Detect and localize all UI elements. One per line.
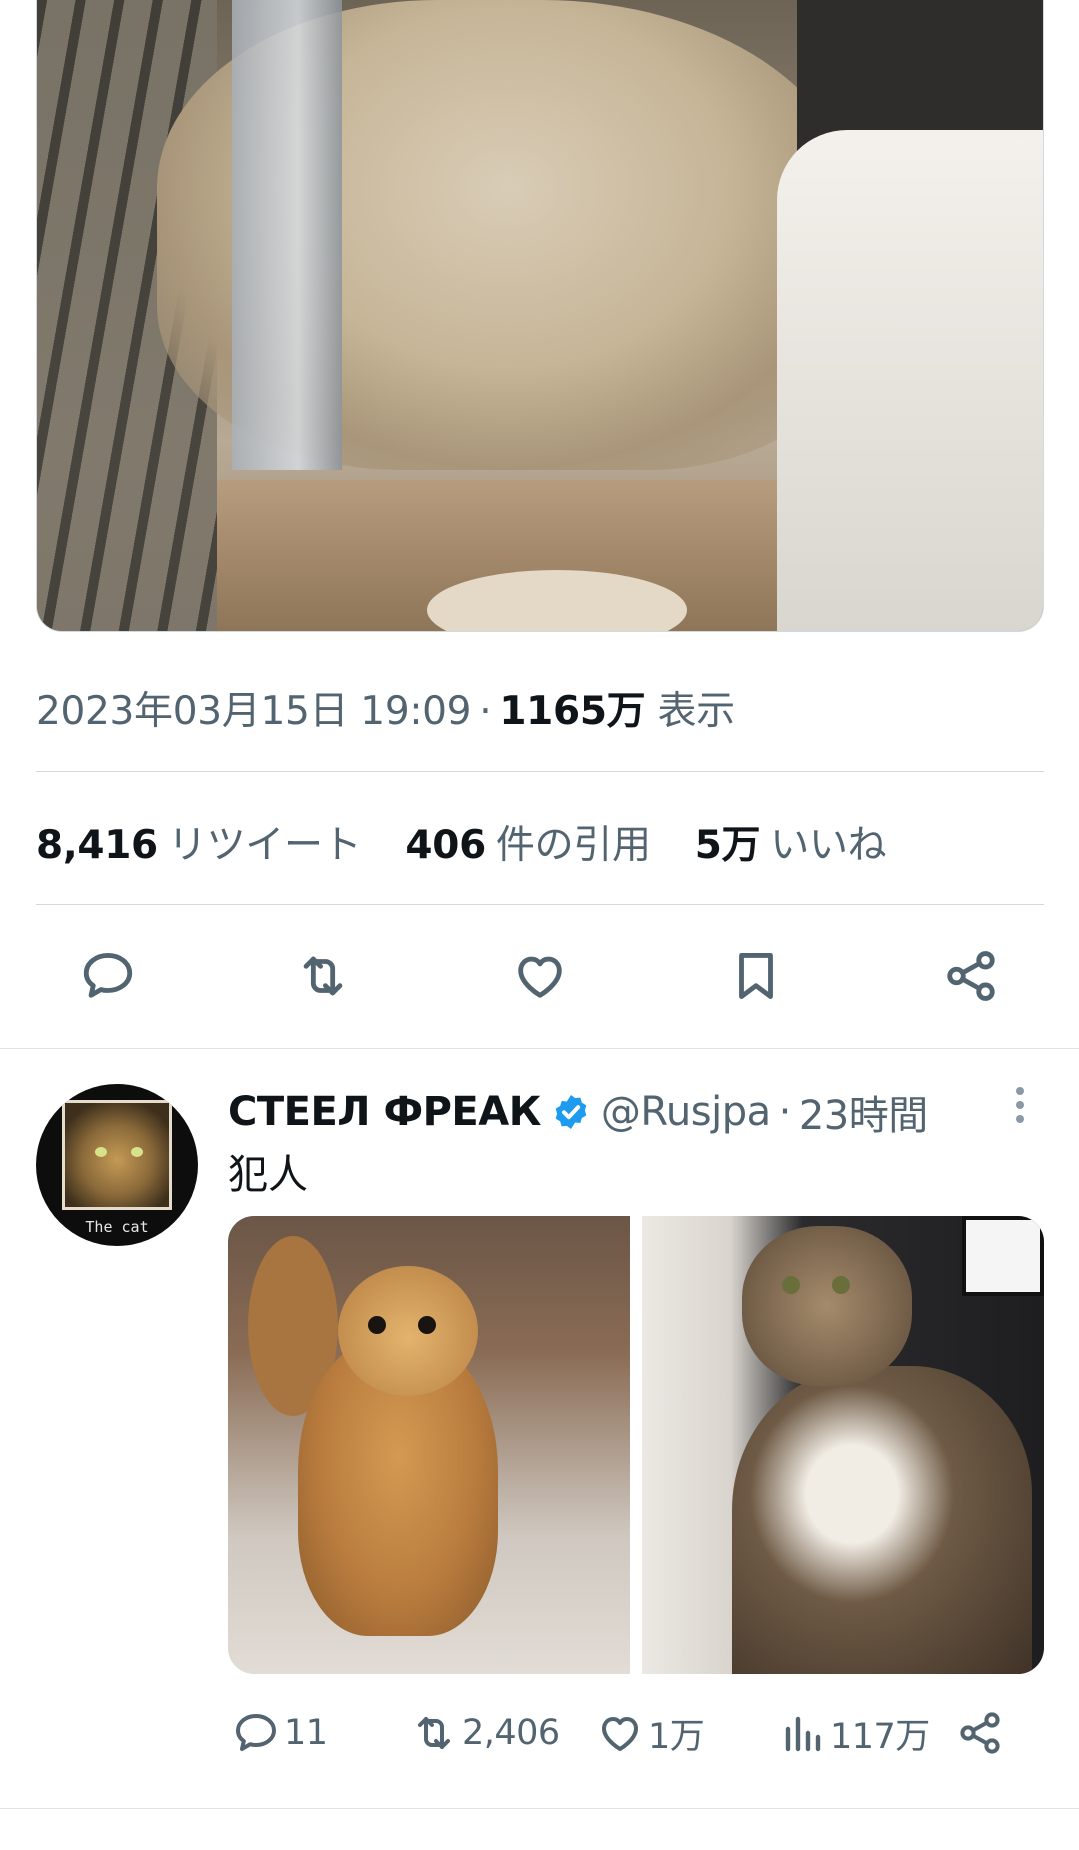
share-icon bbox=[947, 951, 995, 1001]
photo-cat-head bbox=[742, 1226, 912, 1386]
reply-text: 犯人 bbox=[228, 1152, 308, 1198]
avatar-caption: The cat bbox=[85, 1218, 149, 1236]
more-dot bbox=[1016, 1087, 1024, 1095]
reply-share-button[interactable] bbox=[956, 1708, 1004, 1758]
retweet-button[interactable] bbox=[293, 946, 353, 1006]
like-count: 1万 bbox=[648, 1716, 705, 1757]
reply-icon bbox=[83, 953, 133, 998]
reply-count: 11 bbox=[284, 1713, 328, 1753]
quotes-count: 406 bbox=[405, 823, 486, 868]
divider bbox=[36, 771, 1044, 772]
photo-cat-eye bbox=[368, 1316, 386, 1334]
reply-photo-1[interactable] bbox=[228, 1216, 630, 1674]
reply-photo-2[interactable] bbox=[642, 1216, 1044, 1674]
avatar-cat-image bbox=[62, 1100, 172, 1210]
reply-like-button[interactable]: 1万 bbox=[596, 1708, 705, 1758]
retweet-count: 2,406 bbox=[462, 1713, 560, 1753]
like-icon bbox=[518, 956, 562, 998]
display-name[interactable]: СТЕЕЛ ФРЕАК bbox=[228, 1089, 541, 1135]
photo-cat-eye bbox=[832, 1276, 850, 1294]
views-label: 表示 bbox=[657, 689, 735, 734]
like-icon bbox=[602, 1717, 638, 1751]
likes-label: いいね bbox=[770, 823, 887, 868]
views-count: 117万 bbox=[830, 1716, 930, 1757]
section-divider bbox=[0, 1808, 1079, 1809]
like-button[interactable] bbox=[510, 946, 570, 1006]
tweet-timestamp[interactable]: 2023年03月15日 19:09 bbox=[36, 689, 472, 734]
header-separator: · bbox=[778, 1089, 792, 1135]
share-button[interactable] bbox=[941, 946, 1001, 1006]
avatar[interactable]: The cat bbox=[36, 1084, 198, 1246]
quotes-label: 件の引用 bbox=[495, 823, 651, 868]
meta-separator: · bbox=[479, 689, 492, 734]
likes-stat[interactable]: 5万 いいね bbox=[695, 814, 887, 870]
photo-cat-eye bbox=[418, 1316, 436, 1334]
divider bbox=[36, 904, 1044, 905]
more-options-button[interactable] bbox=[1000, 1083, 1040, 1127]
photo-cat-eye bbox=[782, 1276, 800, 1294]
tweet-meta: 2023年03月15日 19:09 · 1165万 表示 bbox=[36, 680, 735, 736]
quotes-stat[interactable]: 406 件の引用 bbox=[405, 814, 651, 870]
photo-cat-head bbox=[338, 1266, 478, 1396]
more-dot bbox=[1016, 1115, 1024, 1123]
section-divider bbox=[0, 1048, 1079, 1049]
tweet-stats: 8,416 リツイート 406 件の引用 5万 いいね bbox=[36, 814, 930, 870]
likes-count: 5万 bbox=[694, 823, 761, 868]
share-icon bbox=[960, 1712, 1000, 1754]
tweet-action-bar bbox=[0, 946, 1079, 1006]
bookmark-icon bbox=[739, 953, 773, 999]
reply-time[interactable]: 23時間 bbox=[799, 1083, 928, 1141]
reply-retweet-button[interactable]: 2,406 bbox=[410, 1708, 560, 1758]
verified-badge-icon bbox=[555, 1095, 587, 1129]
retweet-icon bbox=[303, 956, 343, 996]
retweets-stat[interactable]: 8,416 リツイート bbox=[36, 814, 362, 870]
reply-views-button[interactable]: 117万 bbox=[778, 1708, 930, 1758]
photo-filter bbox=[232, 0, 342, 470]
photo-cat-body bbox=[732, 1366, 1032, 1674]
reply-action-bar: 11 2,406 1万 117万 bbox=[0, 1708, 1079, 1758]
photo-litter-box bbox=[777, 130, 1043, 631]
reply-header: СТЕЕЛ ФРЕАК @Rusjpa · 23時間 bbox=[228, 1083, 928, 1141]
reply-icon bbox=[236, 1714, 276, 1751]
retweets-label: リツイート bbox=[167, 823, 362, 868]
tweet-photo[interactable] bbox=[36, 0, 1044, 632]
views-chart-icon bbox=[785, 1716, 821, 1752]
retweet-icon bbox=[418, 1717, 450, 1749]
more-dot bbox=[1016, 1101, 1024, 1109]
photo-monitor bbox=[962, 1216, 1044, 1296]
user-handle[interactable]: @Rusjpa bbox=[601, 1089, 771, 1135]
reply-button[interactable] bbox=[78, 946, 138, 1006]
bookmark-button[interactable] bbox=[726, 946, 786, 1006]
reply-reply-button[interactable]: 11 bbox=[232, 1708, 328, 1758]
views-count: 1165万 bbox=[499, 689, 646, 734]
retweets-count: 8,416 bbox=[36, 823, 158, 868]
